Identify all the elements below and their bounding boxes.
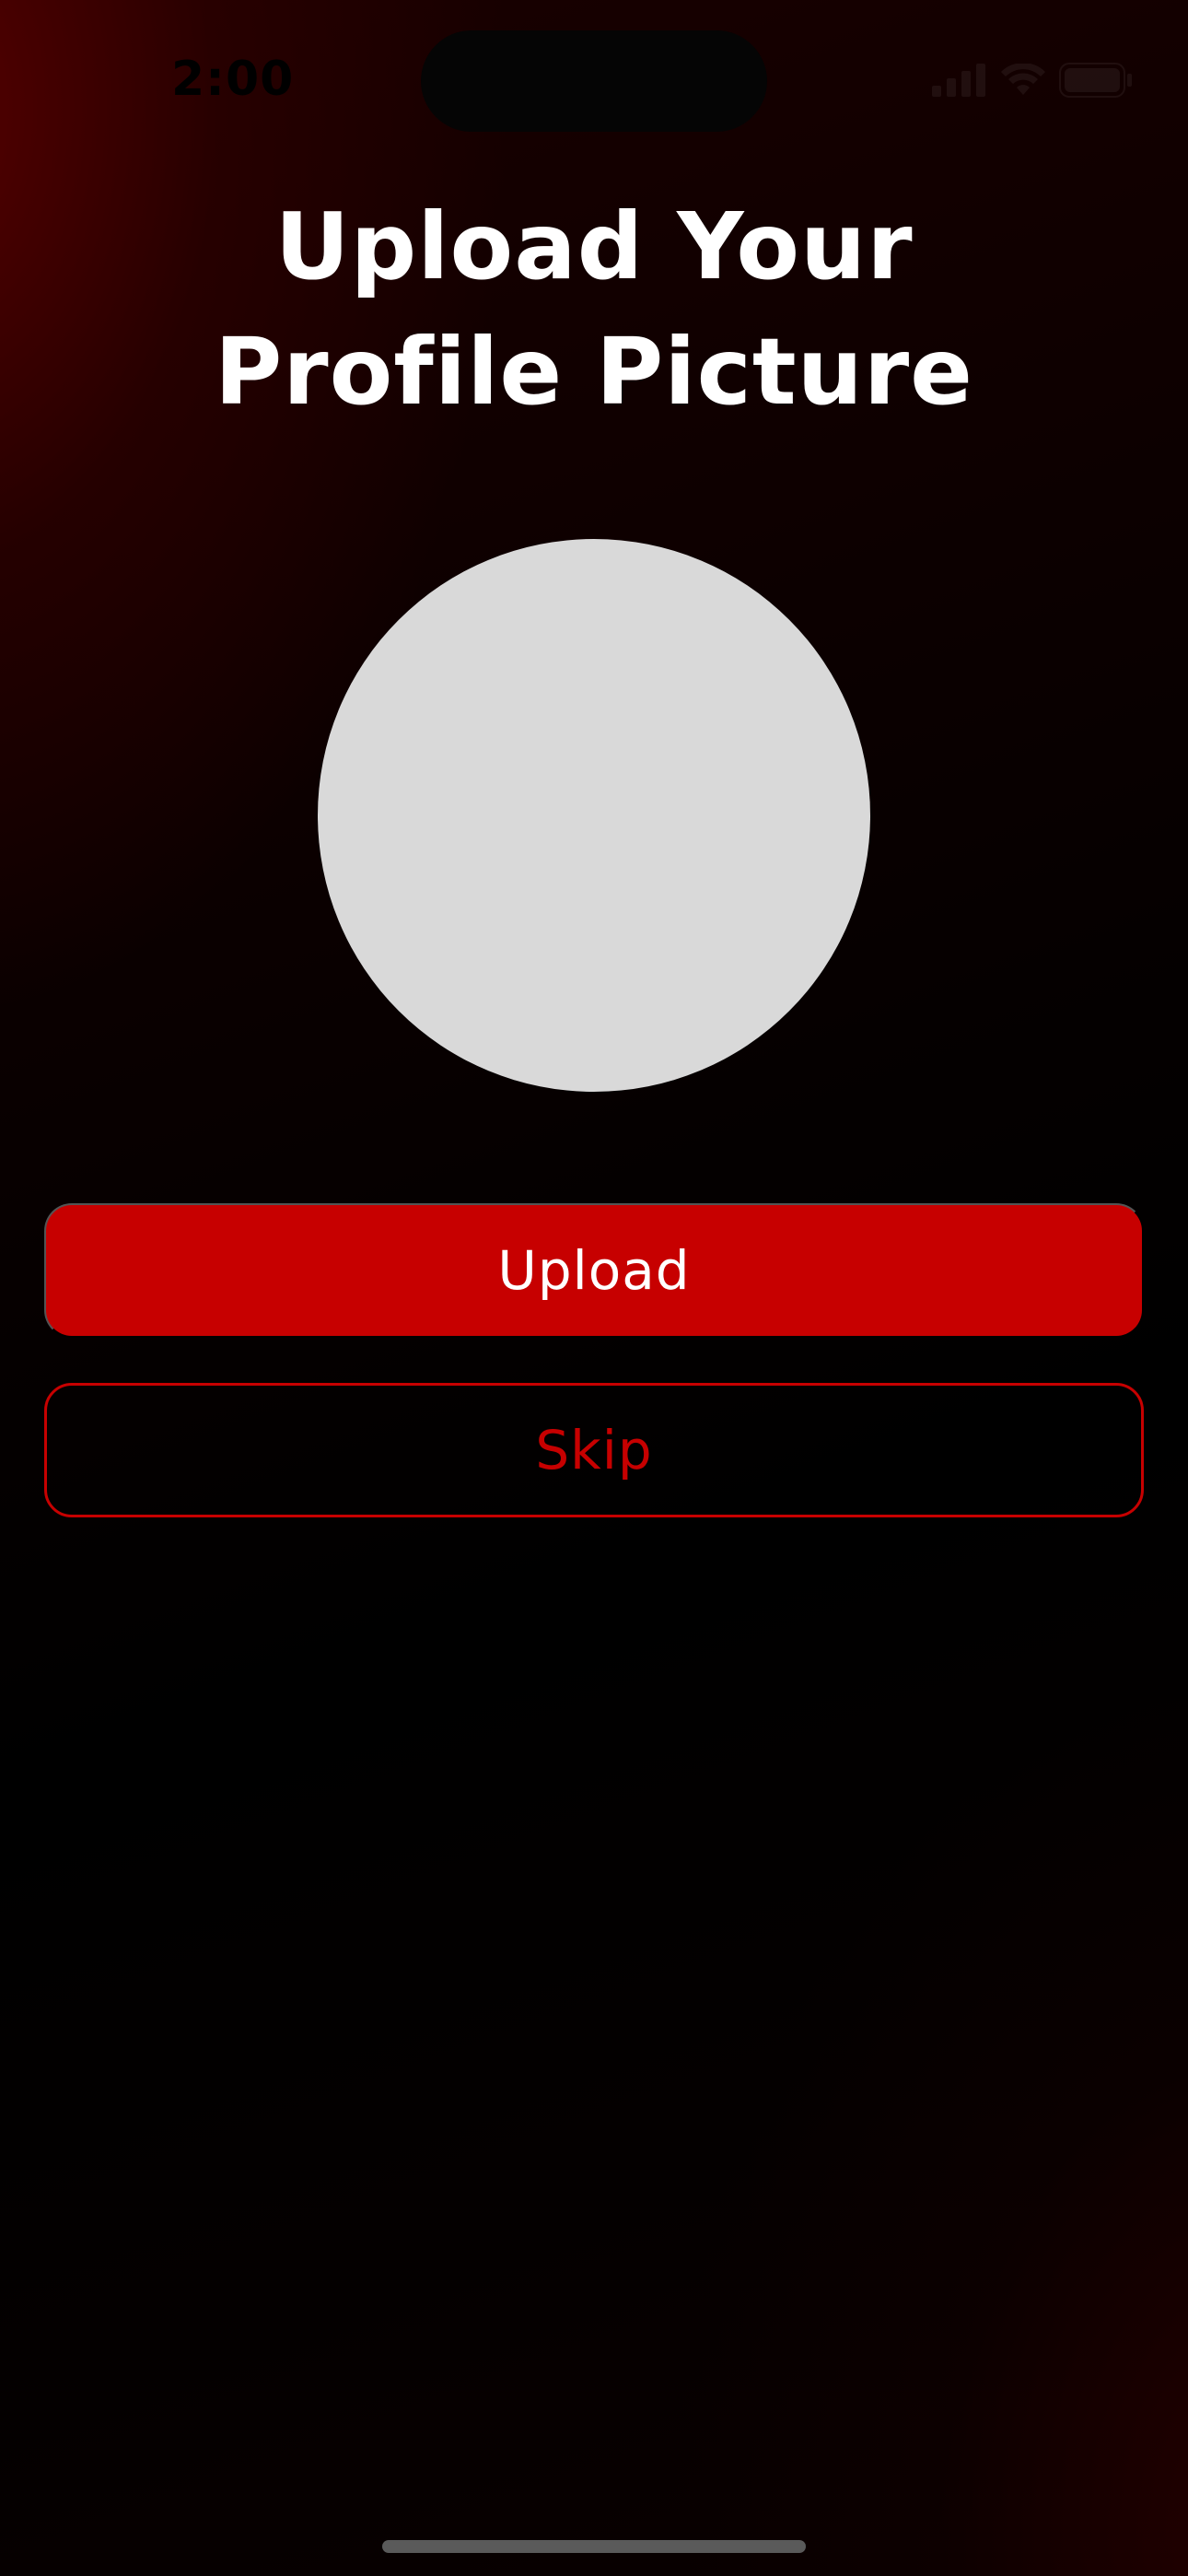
page-title-line-1: Upload Your <box>274 193 914 300</box>
screen: 2:00 Upload Your Profile Picture Upload … <box>0 0 1188 2576</box>
battery-icon <box>1059 63 1132 98</box>
dynamic-island <box>421 30 767 132</box>
upload-button[interactable]: Upload <box>44 1203 1144 1338</box>
skip-button[interactable]: Skip <box>44 1383 1144 1517</box>
home-indicator <box>382 2540 806 2553</box>
status-icons <box>932 63 1133 98</box>
profile-picture-placeholder[interactable] <box>318 539 870 1092</box>
signal-icon <box>932 64 985 97</box>
page-title: Upload Your Profile Picture <box>0 184 1188 435</box>
status-bar: 2:00 <box>0 0 1188 138</box>
page-title-line-2: Profile Picture <box>215 318 973 426</box>
status-time: 2:00 <box>171 52 295 107</box>
wifi-icon <box>1001 64 1045 95</box>
